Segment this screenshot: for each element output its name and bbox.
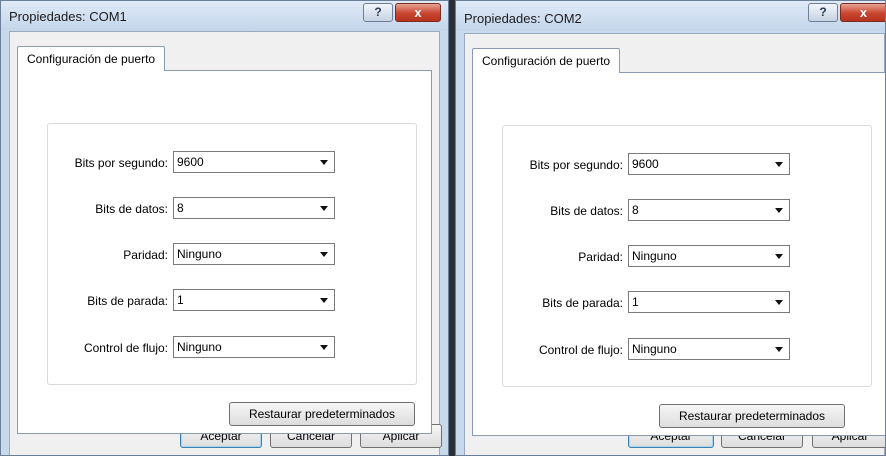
tab-panel: Bits por segundo: 9600 Bits de datos: 8 … [472,72,885,436]
flow-control-value: Ninguno [177,337,222,357]
help-button[interactable]: ? [363,3,393,22]
chevron-down-icon [775,208,783,213]
data-bits-select[interactable]: 8 [628,199,790,221]
stop-bits-value: 1 [632,292,639,312]
title-bar[interactable]: Propiedades: COM1 ? x [1,1,448,31]
chevron-down-icon [775,162,783,167]
window-title: Propiedades: COM1 [9,9,127,24]
chevron-down-icon [320,298,328,303]
data-bits-label: Bits de datos: [95,202,168,216]
chevron-down-icon [320,206,328,211]
baud-rate-value: 9600 [177,152,204,172]
data-bits-value: 8 [632,200,639,220]
parity-label: Paridad: [123,248,168,262]
help-icon: ? [819,5,827,19]
baud-rate-select[interactable]: 9600 [628,153,790,175]
stop-bits-value: 1 [177,290,184,310]
restore-defaults-button[interactable]: Restaurar predeterminados [229,402,415,426]
close-button[interactable]: x [395,3,441,22]
title-bar[interactable]: Propiedades: COM2 ? x [456,1,885,31]
chevron-down-icon [775,254,783,259]
tab-panel: Bits por segundo: 9600 Bits de datos: 8 … [17,70,432,434]
chevron-down-icon [775,347,783,352]
stop-bits-select[interactable]: 1 [173,289,335,311]
com1-properties-dialog: Propiedades: COM1 ? x Configuración de p… [0,0,449,456]
chevron-down-icon [320,345,328,350]
tab-port-settings[interactable]: Configuración de puerto [17,46,166,71]
chevron-down-icon [320,252,328,257]
dialog-body: Configuración de puerto Bits por segundo… [9,31,442,455]
flow-control-value: Ninguno [632,339,677,359]
tab-port-settings[interactable]: Configuración de puerto [472,48,621,73]
baud-rate-select[interactable]: 9600 [173,151,335,173]
window-title: Propiedades: COM2 [464,11,582,26]
stop-bits-label: Bits de parada: [542,296,623,310]
close-button[interactable]: x [840,3,885,22]
dialog-body: Configuración de puerto Bits por segundo… [464,33,885,455]
settings-group: Bits por segundo: 9600 Bits de datos: 8 … [47,123,417,385]
help-button[interactable]: ? [808,3,838,22]
baud-rate-label: Bits por segundo: [529,158,623,172]
data-bits-select[interactable]: 8 [173,197,335,219]
flow-control-label: Control de flujo: [538,343,623,357]
com2-properties-dialog: Propiedades: COM2 ? x Configuración de p… [455,0,886,456]
help-icon: ? [374,5,382,19]
data-bits-value: 8 [177,198,184,218]
stop-bits-label: Bits de parada: [87,294,168,308]
stop-bits-select[interactable]: 1 [628,291,790,313]
parity-select[interactable]: Ninguno [628,245,790,267]
flow-control-select[interactable]: Ninguno [628,338,790,360]
baud-rate-label: Bits por segundo: [74,156,168,170]
parity-select[interactable]: Ninguno [173,243,335,265]
parity-label: Paridad: [578,250,623,264]
flow-control-label: Control de flujo: [83,341,168,355]
parity-value: Ninguno [632,246,677,266]
data-bits-label: Bits de datos: [550,204,623,218]
chevron-down-icon [775,300,783,305]
close-icon: x [859,5,868,20]
flow-control-select[interactable]: Ninguno [173,336,335,358]
restore-defaults-button[interactable]: Restaurar predeterminados [659,404,845,428]
baud-rate-value: 9600 [632,154,659,174]
settings-group: Bits por segundo: 9600 Bits de datos: 8 … [502,125,872,387]
close-icon: x [414,5,422,20]
parity-value: Ninguno [177,244,222,264]
chevron-down-icon [320,160,328,165]
